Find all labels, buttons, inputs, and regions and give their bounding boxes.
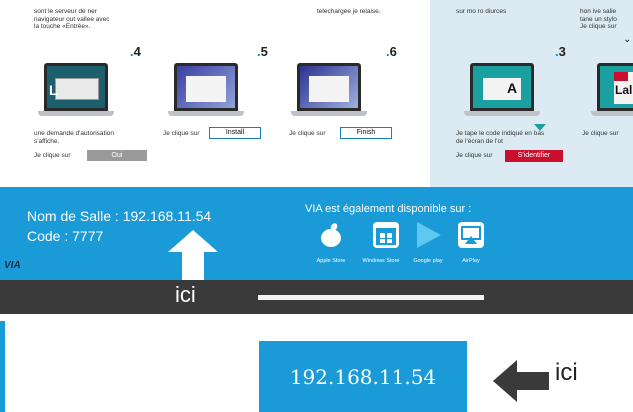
room-name-label: Nom de Salle : 192.168.11.54: [27, 208, 212, 224]
dialog-box: [55, 78, 99, 100]
ici-label-top: ici: [175, 282, 196, 307]
step-3-description: Je tape le code indiqué en bas de l'écra…: [456, 130, 545, 145]
step-number-5: .5: [257, 44, 268, 59]
google-play-icon[interactable]: [415, 222, 441, 248]
via-logo: VIA: [4, 260, 21, 271]
step-3-action: Je clique sur: [456, 152, 493, 159]
screen-letter: L: [49, 82, 58, 98]
finish-button[interactable]: Finish: [340, 127, 392, 139]
step-6-action: Je clique sur: [289, 130, 326, 137]
laptop-screen: A: [470, 63, 534, 111]
oui-button[interactable]: Oui: [87, 150, 147, 161]
step-number-4: .4: [130, 44, 141, 59]
step-number-6: .6: [386, 44, 397, 59]
windows-store-icon[interactable]: [373, 222, 399, 248]
laptop-step-3: A: [464, 63, 540, 118]
laptop-screen: L: [44, 63, 108, 111]
progress-line: [258, 295, 484, 300]
screen-text: Lal: [615, 83, 633, 97]
step-5-action: Je clique sur: [163, 130, 200, 137]
availability-title: VIA est également disponible sur :: [305, 203, 472, 215]
airplay-label: AirPlay: [462, 258, 480, 264]
step-next-action: Je clique sur: [582, 130, 619, 137]
installer-window: [309, 76, 349, 102]
laptop-screen: Lal: [597, 63, 633, 111]
laptop-step-next: Lal: [591, 63, 633, 118]
screen-letter: A: [507, 80, 518, 96]
ip-address-box: 192.168.11.54: [259, 341, 467, 412]
arrow-left-icon: [493, 360, 549, 402]
windows-store-label: Windows Store: [362, 258, 400, 264]
laptop-screen: [297, 63, 361, 111]
ici-label-bottom: ici: [555, 359, 578, 386]
col1-top-text: sont le serveur de ner navigateur out va…: [34, 8, 110, 30]
identifier-button[interactable]: S'identifier: [505, 150, 563, 162]
chevron-down-icon: ⌄: [623, 34, 632, 45]
step-4-action: Je clique sur: [34, 152, 71, 159]
col2-top-text: telechargee je relaise.: [317, 8, 381, 15]
apple-store-label: Apple Store: [316, 258, 346, 264]
left-accent: [0, 321, 5, 412]
col3-top-text: sur mo ro diurces: [456, 8, 507, 15]
red-tag: [614, 72, 628, 81]
laptop-step-6: [291, 63, 367, 118]
laptop-step-5: [168, 63, 244, 118]
laptop-step-4: L: [38, 63, 114, 118]
code-label: Code : 7777: [27, 228, 104, 244]
arrow-up-icon: [168, 230, 218, 282]
google-play-label: Google play: [413, 258, 443, 264]
airplay-icon[interactable]: [458, 222, 484, 248]
install-button[interactable]: Install: [209, 127, 261, 139]
step-number-3: .3: [555, 44, 566, 59]
laptop-screen: [174, 63, 238, 111]
col4-top-text: hon ive salie tane un stylo Je clique su…: [580, 8, 617, 30]
installer-window: [186, 76, 226, 102]
apple-store-icon[interactable]: [318, 222, 344, 248]
step-4-description: une demande d'autorisation s'affiche.: [34, 130, 115, 145]
